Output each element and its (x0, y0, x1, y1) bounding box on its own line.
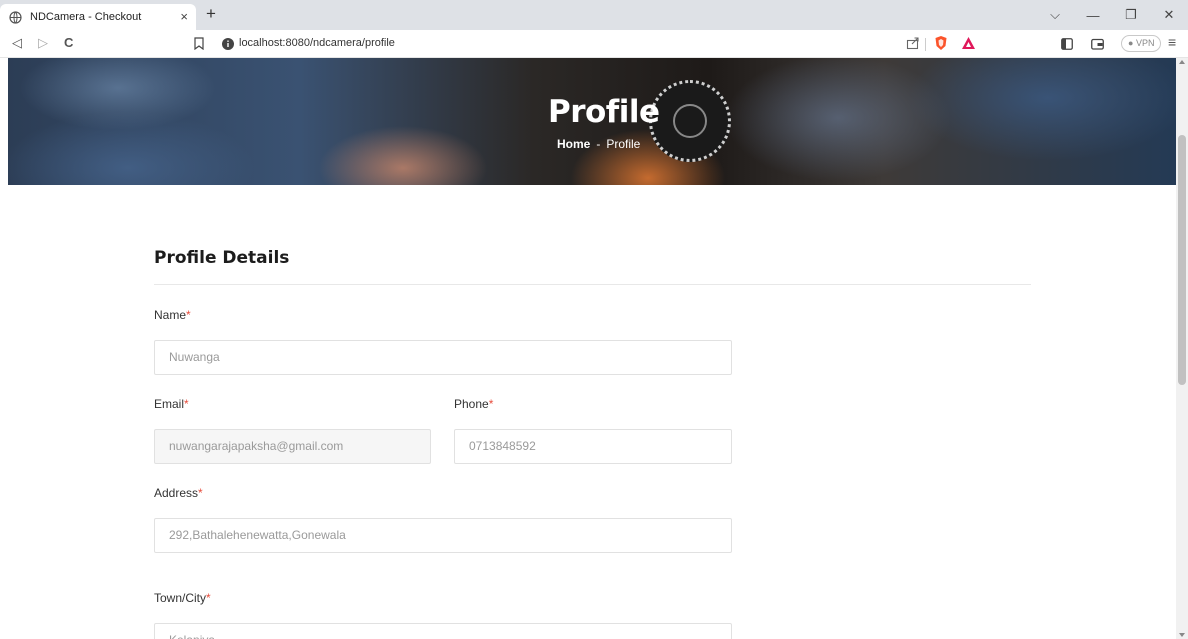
required-mark: * (184, 397, 189, 411)
email-label: Email* (154, 397, 189, 411)
tab-search-icon[interactable]: ⌵ (1036, 7, 1074, 23)
section-title: Profile Details (154, 248, 290, 268)
tab-title: NDCamera - Checkout (30, 11, 142, 23)
reload-button[interactable]: C (64, 35, 73, 50)
section-divider (154, 284, 1031, 285)
required-mark: * (206, 591, 211, 605)
scroll-up-arrow-icon[interactable] (1179, 60, 1185, 64)
email-label-text: Email (154, 397, 185, 411)
browser-tab[interactable]: NDCamera - Checkout × (0, 4, 196, 30)
toolbar-divider (925, 38, 926, 51)
back-button[interactable]: ◁ (12, 35, 22, 51)
required-mark: * (186, 308, 191, 322)
tab-close-icon[interactable]: × (180, 9, 188, 24)
town-input[interactable]: Kelaniya (154, 623, 732, 639)
sidebar-toggle-icon[interactable] (1061, 37, 1073, 55)
camera-dial-center (673, 104, 707, 138)
breadcrumb-home-link[interactable]: Home (557, 137, 590, 151)
info-icon[interactable] (222, 37, 234, 55)
phone-label: Phone* (454, 397, 493, 411)
new-tab-button[interactable]: + (206, 5, 216, 23)
globe-icon (8, 10, 22, 24)
address-label-text: Address (154, 486, 199, 500)
breadcrumb-separator: - (596, 137, 601, 151)
brave-rewards-icon[interactable] (961, 36, 976, 55)
address-bar[interactable]: localhost:8080/ndcamera/profile (239, 37, 395, 49)
minimize-button[interactable]: — (1074, 8, 1112, 23)
browser-tabstrip: NDCamera - Checkout × + ⌵ — ❐ ✕ (0, 0, 1188, 30)
address-label: Address* (154, 486, 203, 500)
town-label: Town/City* (154, 591, 211, 605)
scrollbar-thumb[interactable] (1178, 135, 1186, 385)
breadcrumb: Home - Profile (557, 137, 640, 151)
page-content: Profile Home - Profile Profile Details Nam… (0, 58, 1176, 639)
name-label: Name* (154, 308, 191, 322)
required-mark: * (198, 486, 203, 500)
address-input[interactable]: 292,Bathalehenewatta,Gonewala (154, 518, 732, 553)
phone-label-text: Phone (454, 397, 489, 411)
breadcrumb-current: Profile (606, 137, 641, 151)
forward-button[interactable]: ▷ (38, 35, 48, 51)
window-controls: ⌵ — ❐ ✕ (1036, 0, 1188, 30)
name-label-text: Name (154, 308, 187, 322)
hero-banner: Profile Home - Profile (8, 58, 1176, 185)
vpn-label: VPN (1135, 38, 1155, 48)
brave-shield-icon[interactable] (934, 35, 948, 56)
close-window-button[interactable]: ✕ (1150, 7, 1188, 23)
share-icon[interactable] (906, 36, 920, 55)
camera-dial-image (649, 80, 731, 162)
bookmark-icon[interactable] (194, 37, 204, 55)
town-label-text: Town/City (154, 591, 207, 605)
phone-input[interactable]: 0713848592 (454, 429, 732, 464)
name-input[interactable]: Nuwanga (154, 340, 732, 375)
restore-button[interactable]: ❐ (1112, 7, 1150, 23)
page-scrollbar[interactable] (1176, 58, 1188, 639)
menu-icon[interactable]: ≡ (1168, 34, 1176, 50)
browser-toolbar: ◁ ▷ C localhost:8080/ndcamera/profile ● … (0, 30, 1188, 58)
required-mark: * (488, 397, 494, 411)
page-title: Profile (548, 94, 660, 130)
email-input[interactable]: nuwangarajapaksha@gmail.com (154, 429, 431, 464)
scroll-down-arrow-icon[interactable] (1179, 633, 1185, 637)
wallet-icon[interactable] (1091, 37, 1104, 55)
vpn-button[interactable]: ● VPN (1121, 35, 1162, 52)
